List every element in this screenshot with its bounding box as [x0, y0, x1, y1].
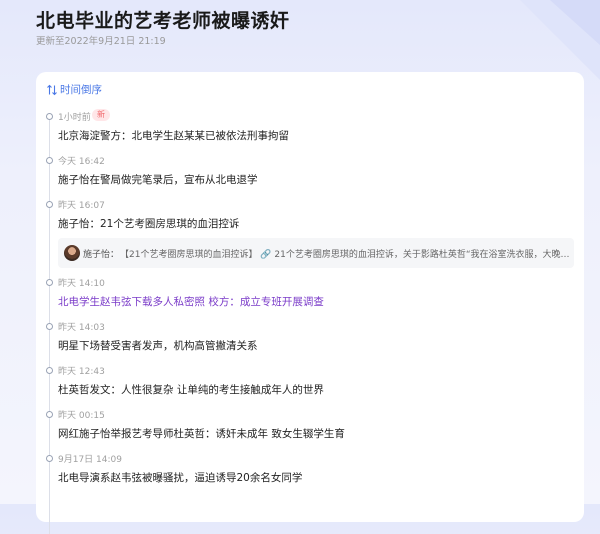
- link-icon: 🔗: [260, 250, 272, 260]
- item-text[interactable]: 施子怡：21个艺考圈房思琪的血泪控诉: [58, 216, 239, 231]
- timeline-dot: [46, 113, 53, 120]
- item-time: 1小时前: [58, 113, 91, 123]
- timeline-dot: [46, 157, 53, 164]
- update-time: 更新至2022年9月21日 21:19: [36, 36, 166, 47]
- item-time: 昨天 14:10: [58, 279, 105, 289]
- item-text[interactable]: 明星下场替受害者发声，机构高管撇清关系: [58, 338, 258, 353]
- item-text[interactable]: 北京海淀警方：北电学生赵某某已被依法刑事拘留: [58, 128, 289, 143]
- item-text[interactable]: 北电导演系赵韦弦被曝骚扰，逼迫诱导20余名女同学: [58, 470, 302, 485]
- item-time: 昨天 14:03: [58, 323, 105, 333]
- page-title: 北电毕业的艺考老师被曝诱奸: [36, 10, 290, 32]
- quote-body: 21个艺考圈房思琪的血泪控诉，关于影路杜英哲“我在浴室洗衣服，大晚上摸你出来要给…: [274, 250, 570, 260]
- sort-toggle-button[interactable]: 时间倒序: [46, 82, 102, 97]
- item-text[interactable]: 施子怡在警局做完笔录后，宣布从北电退学: [58, 172, 258, 187]
- new-badge: 新: [92, 109, 110, 121]
- item-link[interactable]: 北电学生赵韦弦下载多人私密照 校方：成立专班开展调查: [58, 294, 324, 309]
- timeline-dot: [46, 279, 53, 286]
- avatar: [64, 245, 80, 261]
- quote-author: 施子怡：: [83, 250, 120, 260]
- item-time: 昨天 12:43: [58, 367, 105, 377]
- timeline-dot: [46, 411, 53, 418]
- timeline-dot: [46, 323, 53, 330]
- timeline-dot: [46, 201, 53, 208]
- quote-text: 【21个艺考圈房思琪的血泪控诉】 🔗 21个艺考圈房思琪的血泪控诉，关于影路杜英…: [120, 247, 570, 260]
- item-text[interactable]: 杜英哲发文：人性很复杂 让单纯的考生接触成年人的世界: [58, 382, 324, 397]
- item-time: 今天 16:42: [58, 157, 105, 167]
- item-time: 昨天 00:15: [58, 411, 105, 421]
- background-decoration: [520, 0, 600, 80]
- quoted-post[interactable]: 施子怡： 【21个艺考圈房思琪的血泪控诉】 🔗 21个艺考圈房思琪的血泪控诉，关…: [58, 238, 574, 268]
- timeline-card: 时间倒序 1小时前 新 北京海淀警方：北电学生赵某某已被依法刑事拘留 今天 16…: [36, 72, 584, 534]
- sort-arrows-icon: [47, 84, 57, 95]
- sort-label: 时间倒序: [60, 84, 102, 96]
- timeline-dot: [46, 455, 53, 462]
- item-time: 昨天 16:07: [58, 201, 105, 211]
- item-text[interactable]: 网红施子怡举报艺考导师杜英哲：诱奸未成年 致女生辍学生育: [58, 426, 345, 441]
- item-time: 9月17日 14:09: [58, 455, 122, 465]
- timeline-dot: [46, 367, 53, 374]
- quote-tag: 【21个艺考圈房思琪的血泪控诉】: [120, 250, 258, 260]
